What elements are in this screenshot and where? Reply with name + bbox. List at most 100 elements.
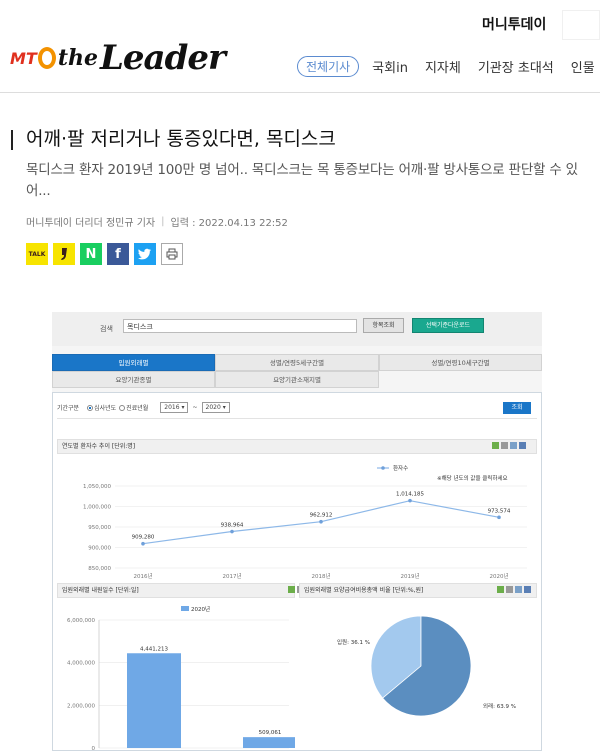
tab-sex-age10[interactable]: 성별/연령10세구간별 — [379, 354, 542, 371]
site-header: 머니투데이 MT the Leader 전체기사 국회in 지자체 기관장 초대… — [0, 0, 600, 93]
bar-value-label: 509,061 — [259, 730, 282, 736]
legend-label: 환자수 — [393, 464, 408, 472]
nav-local-gov[interactable]: 지자체 — [425, 57, 461, 76]
expand-icon[interactable] — [524, 586, 531, 593]
chart2-header-text: 입원외래별 내원일수 [단위:일] — [62, 587, 139, 594]
grid-icon[interactable] — [506, 586, 513, 593]
y-tick-label: 900,000 — [88, 546, 111, 552]
download-button[interactable]: 선택기준다운로드 — [412, 318, 484, 333]
y-tick-label: 950,000 — [88, 525, 111, 531]
radio-review-year-label: 심사년도 — [94, 405, 117, 412]
legend-marker — [381, 466, 385, 470]
naver-share-button[interactable]: N — [80, 243, 102, 265]
data-point — [141, 541, 145, 546]
radio-review-year[interactable] — [87, 404, 94, 411]
tab-institution-type[interactable]: 요양기관종별 — [52, 371, 215, 388]
kakaostory-icon — [61, 248, 67, 260]
chart-icon[interactable] — [515, 586, 522, 593]
article-title: 어깨·팔 저리거나 통증있다면, 목디스크 — [11, 125, 586, 153]
twitter-icon — [138, 248, 151, 260]
search-label: 검색 — [100, 325, 113, 333]
print-button[interactable] — [161, 243, 183, 265]
year-to-value: 2020 — [205, 404, 221, 411]
tab-inpatient-outpatient[interactable]: 입원외래별 — [52, 354, 215, 371]
logo-o-ring — [37, 47, 56, 69]
main-nav: 전체기사 국회in 지자체 기관장 초대석 인물 — [297, 56, 600, 77]
radio-treatment-month-label: 진료년월 — [126, 405, 149, 412]
nav-all-articles[interactable]: 전체기사 — [297, 56, 360, 77]
article-title-text: 어깨·팔 저리거나 통증있다면, 목디스크 — [26, 128, 336, 150]
meta-divider: | — [161, 216, 165, 227]
logo-leader: Leader — [100, 38, 226, 78]
pie-chart: 입원: 36.1 % 외래: 63.9 % — [337, 615, 516, 717]
year-from-value: 2016 — [164, 404, 180, 411]
publish-date: 입력 : 2022.04.13 22:52 — [170, 218, 288, 229]
filter-bar: 기간구분 심사년도 진료년월 2016 ▾ ~ 2020 ▾ 조회 — [57, 397, 537, 419]
y-tick-label: 4,000,000 — [67, 661, 95, 667]
logo-mt: MT — [10, 48, 37, 68]
legend-note: ※해당 년도의 값을 클릭하세요 — [437, 474, 508, 482]
chart-icon[interactable] — [510, 442, 517, 449]
data-label: 973,574 — [488, 508, 511, 514]
bar — [127, 653, 181, 748]
stats-panel: 기간구분 심사년도 진료년월 2016 ▾ ~ 2020 ▾ 조회 연도별 환자… — [52, 392, 542, 751]
tab-sex-age5[interactable]: 성별/연령5세구간별 — [215, 354, 379, 371]
article-meta: 머니투데이 더리더 정민규 기자 | 입력 : 2022.04.13 22:52 — [26, 214, 586, 229]
item-search-button[interactable]: 항목조회 — [363, 318, 404, 333]
kakaotalk-icon: TALK — [28, 250, 46, 258]
article-head: 어깨·팔 저리거나 통증있다면, 목디스크 목디스크 환자 2019년 100만… — [11, 125, 586, 229]
article-subtitle: 목디스크 환자 2019년 100만 명 넘어.. 목디스크는 목 통증보다는 … — [26, 162, 578, 199]
title-accent-bar — [11, 130, 13, 150]
x-tick-label: 2016년 — [133, 572, 152, 580]
x-tick-label: 2017년 — [222, 572, 241, 580]
query-button[interactable]: 조회 — [503, 402, 531, 414]
y-tick-label: 0 — [92, 746, 96, 751]
header-search-box[interactable] — [562, 10, 600, 40]
chart3-tools — [495, 586, 531, 593]
chart1-tools — [490, 442, 526, 449]
filter-label: 기간구분 — [57, 405, 80, 412]
year-to-select[interactable]: 2020 ▾ — [201, 402, 230, 413]
x-tick-label: 2019년 — [400, 572, 419, 580]
kakaostory-share-button[interactable] — [53, 243, 75, 265]
pie-label-outpatient: 외래: 63.9 % — [483, 702, 516, 710]
kakaotalk-share-button[interactable]: TALK — [26, 243, 48, 265]
chart1-header-text: 연도별 환자수 추이 [단위:명] — [62, 443, 136, 450]
nav-assembly[interactable]: 국회in — [372, 57, 408, 76]
naver-icon: N — [85, 246, 97, 262]
data-point — [230, 529, 234, 534]
share-bar: TALK N f — [26, 243, 188, 265]
expand-icon[interactable] — [519, 442, 526, 449]
bar-chart: 6,000,000 4,000,000 2,000,000 0 2020년 4,441,2… — [67, 605, 295, 751]
data-label: 1,014,185 — [396, 492, 424, 498]
bar — [243, 737, 295, 748]
byline: 머니투데이 더리더 정민규 기자 — [26, 218, 156, 229]
excel-icon[interactable] — [492, 442, 499, 449]
brand-link[interactable]: 머니투데이 — [482, 14, 546, 34]
chart3-header-text: 입원외래별 요양급여비용총액 비율 [단위:%,원] — [304, 587, 424, 594]
chart2-header: 입원외래별 내원일수 [단위:일] — [57, 583, 295, 598]
data-point — [408, 498, 412, 503]
data-point — [497, 515, 501, 520]
y-tick-label: 850,000 — [88, 566, 111, 572]
tab-institution-location[interactable]: 요양기관소재지별 — [215, 371, 379, 388]
facebook-icon: f — [115, 246, 121, 262]
excel-icon[interactable] — [288, 586, 295, 593]
site-logo[interactable]: MT the Leader — [10, 38, 226, 78]
excel-icon[interactable] — [497, 586, 504, 593]
x-tick-label: 2020년 — [489, 572, 508, 580]
year-from-select[interactable]: 2016 ▾ — [160, 402, 189, 413]
y-tick-label: 6,000,000 — [67, 618, 95, 624]
nav-people[interactable]: 인물 — [571, 57, 595, 76]
grid-icon[interactable] — [501, 442, 508, 449]
data-label: 909,280 — [132, 535, 155, 541]
data-label: 962,912 — [310, 513, 333, 519]
radio-treatment-month[interactable] — [119, 404, 126, 411]
twitter-share-button[interactable] — [134, 243, 156, 265]
chart1-header: 연도별 환자수 추이 [단위:명] — [57, 439, 537, 454]
year-range-tilde: ~ — [192, 404, 198, 411]
nav-interviews[interactable]: 기관장 초대석 — [478, 57, 554, 76]
facebook-share-button[interactable]: f — [107, 243, 129, 265]
data-point — [319, 519, 323, 524]
search-input[interactable]: 목디스크 — [123, 319, 357, 333]
